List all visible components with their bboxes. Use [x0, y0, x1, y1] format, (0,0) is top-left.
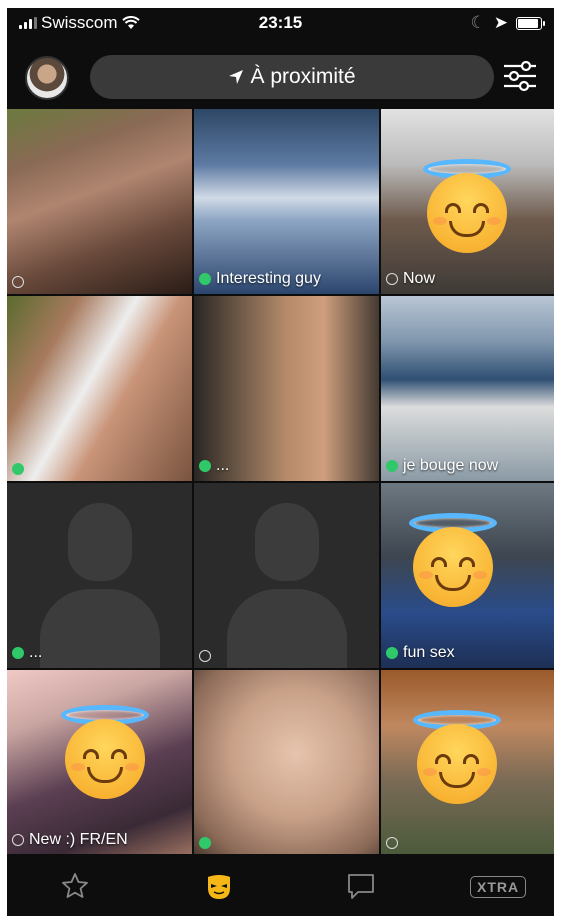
halo-emoji-icon	[421, 159, 513, 264]
tab-chats[interactable]	[341, 870, 381, 902]
my-profile-avatar[interactable]	[25, 56, 69, 100]
tab-browse[interactable]	[199, 870, 239, 902]
status-dot	[12, 834, 24, 846]
location-filter-button[interactable]: À proximité	[90, 55, 494, 99]
profile-caption: je bouge now	[386, 457, 498, 475]
profile-caption-text: ...	[29, 644, 43, 661]
profile-tile[interactable]: New :) FR/EN	[7, 670, 192, 855]
profile-tile[interactable]	[194, 670, 379, 855]
halo-emoji-icon	[411, 710, 503, 815]
chat-bubble-icon	[348, 874, 374, 899]
status-dot	[199, 837, 211, 849]
status-dot	[386, 460, 398, 472]
grindr-mask-icon	[208, 875, 230, 899]
profile-caption: fun sex	[386, 644, 455, 662]
profile-tile[interactable]: ...	[194, 296, 379, 481]
profile-tile[interactable]	[7, 296, 192, 481]
location-services-icon: ➤	[493, 13, 508, 32]
profile-caption	[199, 837, 216, 849]
status-dot	[199, 460, 211, 472]
profile-tile[interactable]: Now	[381, 109, 554, 294]
status-dot	[12, 463, 24, 475]
profile-caption-text: je bouge now	[403, 457, 499, 474]
profile-caption-text: fun sex	[403, 644, 455, 661]
profile-caption-text: Interesting guy	[216, 270, 321, 287]
profile-caption: Now	[386, 270, 435, 288]
profile-caption	[12, 463, 29, 475]
profile-tile[interactable]: Interesting guy	[194, 109, 379, 294]
profile-tile[interactable]: ...	[7, 483, 192, 668]
status-dot	[12, 647, 24, 659]
status-dot	[12, 276, 24, 288]
location-label: À proximité	[250, 65, 356, 88]
profile-caption: New :) FR/EN	[12, 831, 128, 849]
xtra-button[interactable]: XTRA	[470, 876, 527, 898]
app-screen: Swisscom 23:15 ☾ ➤ À proximité Interesti…	[7, 8, 554, 916]
filter-sliders-icon[interactable]	[500, 56, 540, 96]
halo-emoji-icon	[59, 705, 151, 810]
profile-caption-text: New :) FR/EN	[29, 831, 128, 848]
status-bar: Swisscom 23:15 ☾ ➤	[7, 8, 554, 38]
profile-tile[interactable]	[7, 109, 192, 294]
profile-caption-text: Now	[403, 270, 436, 287]
moon-icon: ☾	[470, 13, 486, 32]
status-dot	[386, 273, 398, 285]
status-dot	[199, 650, 211, 662]
star-icon	[62, 873, 88, 898]
profile-tile[interactable]: fun sex	[381, 483, 554, 668]
status-dot	[386, 837, 398, 849]
tab-bar: XTRA	[7, 854, 554, 916]
profile-tile[interactable]	[381, 670, 554, 855]
tab-favorites[interactable]	[55, 870, 95, 902]
profile-caption-text: ...	[216, 457, 230, 474]
header: À proximité	[7, 46, 554, 108]
status-dot	[386, 647, 398, 659]
profile-grid: Interesting guy Now ... je bouge now ...…	[7, 109, 554, 855]
profile-caption	[12, 276, 29, 288]
profile-tile[interactable]: je bouge now	[381, 296, 554, 481]
location-arrow-icon	[229, 70, 244, 84]
profile-caption	[199, 650, 216, 662]
status-right: ☾ ➤	[470, 13, 545, 33]
profile-tile[interactable]	[194, 483, 379, 668]
default-avatar-icon	[39, 503, 160, 668]
profile-caption: Interesting guy	[199, 270, 321, 288]
profile-caption: ...	[12, 644, 42, 662]
status-dot	[199, 273, 211, 285]
halo-emoji-icon	[407, 513, 499, 618]
battery-icon	[516, 16, 545, 30]
default-avatar-icon	[226, 503, 347, 668]
profile-caption: ...	[199, 457, 229, 475]
profile-caption	[386, 837, 403, 849]
